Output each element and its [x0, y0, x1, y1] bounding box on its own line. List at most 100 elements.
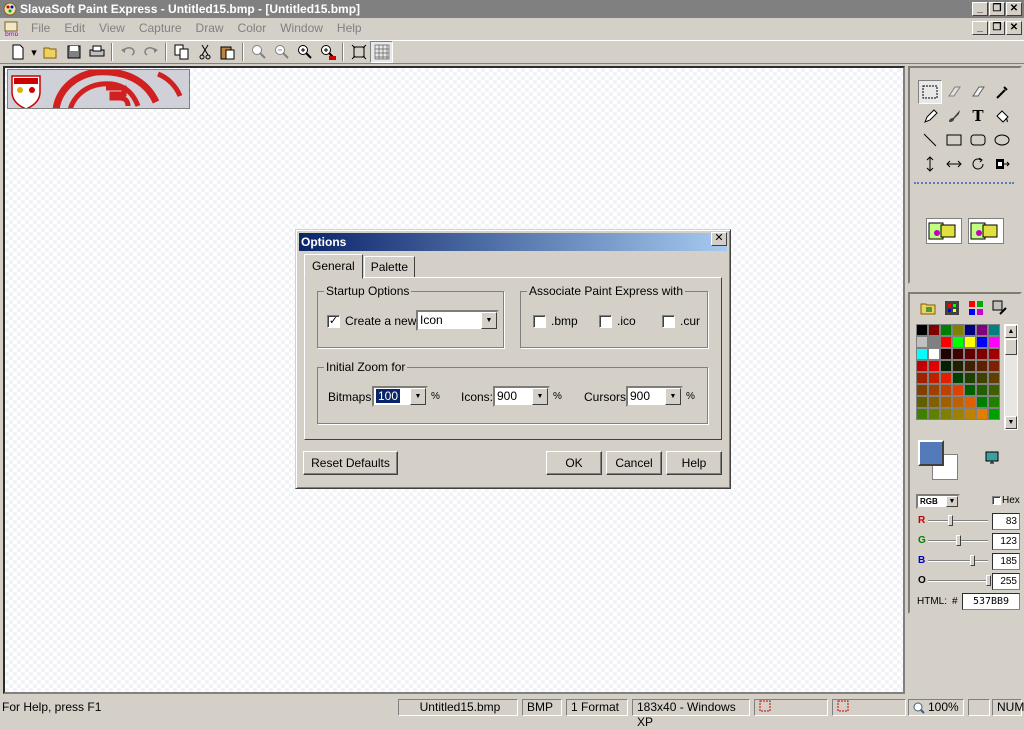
menu-view[interactable]: View — [92, 21, 132, 35]
reset-defaults-button[interactable]: Reset Defaults — [303, 451, 398, 475]
doc-restore-button[interactable]: ❐ — [989, 21, 1005, 35]
icon-preview-1[interactable] — [926, 218, 962, 244]
g-slider-thumb[interactable] — [956, 535, 961, 546]
palette-scrollbar[interactable]: ▲ ▼ — [1004, 324, 1018, 430]
select-rect-icon[interactable] — [918, 80, 942, 104]
icons-zoom-select[interactable]: 900 ▼ — [493, 386, 550, 407]
o-value[interactable]: 255 — [992, 573, 1020, 590]
tab-general[interactable]: General — [304, 254, 363, 279]
b-slider-thumb[interactable] — [970, 555, 975, 566]
dialog-close-button[interactable]: ✕ — [711, 232, 727, 246]
palette-save-icon[interactable] — [944, 300, 960, 316]
paste-icon[interactable] — [216, 41, 239, 63]
tab-palette[interactable]: Palette — [363, 256, 416, 278]
svg-text:bmp: bmp — [5, 31, 19, 36]
ellipse-icon[interactable] — [990, 128, 1014, 152]
create-new-checkbox[interactable]: ✓ — [327, 315, 340, 328]
associate-group: Associate Paint Express with .bmp .ico .… — [520, 284, 708, 348]
o-label: O — [918, 575, 926, 586]
print-icon[interactable] — [85, 41, 108, 63]
rectangle-icon[interactable] — [942, 128, 966, 152]
html-color-field[interactable]: 537BB9 — [962, 593, 1020, 610]
zoom-icon — [913, 702, 925, 714]
open-icon[interactable] — [39, 41, 62, 63]
create-new-select[interactable]: Icon ▼ — [416, 310, 499, 331]
rounded-rect-icon[interactable] — [966, 128, 990, 152]
grid-icon[interactable] — [370, 41, 393, 63]
scroll-thumb[interactable] — [1005, 339, 1017, 355]
scroll-up-icon[interactable]: ▲ — [1005, 325, 1017, 338]
b-slider[interactable] — [928, 560, 988, 562]
r-slider-thumb[interactable] — [948, 515, 953, 526]
doc-close-button[interactable]: ✕ — [1006, 21, 1022, 35]
zoom-out-small-icon[interactable] — [270, 41, 293, 63]
eraser-icon[interactable] — [942, 80, 966, 104]
new-icon[interactable] — [6, 41, 29, 63]
menu-color[interactable]: Color — [231, 21, 274, 35]
rotate-icon[interactable] — [966, 152, 990, 176]
flip-horizontal-icon[interactable] — [942, 152, 966, 176]
palette-edit-icon[interactable] — [992, 300, 1008, 316]
copy-icon[interactable] — [170, 41, 193, 63]
dialog-title: Options — [299, 233, 727, 251]
cut-icon[interactable] — [193, 41, 216, 63]
menu-capture[interactable]: Capture — [132, 21, 189, 35]
o-slider[interactable] — [928, 580, 988, 582]
r-slider[interactable] — [928, 520, 988, 522]
menu-draw[interactable]: Draw — [189, 21, 231, 35]
document-icon[interactable]: bmp — [3, 20, 19, 36]
menu-window[interactable]: Window — [273, 21, 330, 35]
image-thumbnail[interactable] — [7, 69, 190, 109]
restore-button[interactable]: ❐ — [989, 2, 1005, 16]
eyedropper-icon[interactable] — [990, 80, 1014, 104]
color-eraser-icon[interactable] — [966, 80, 990, 104]
new-dropdown-icon[interactable]: ▾ — [29, 41, 39, 63]
status-caps — [968, 699, 990, 716]
save-icon[interactable] — [62, 41, 85, 63]
cur-checkbox[interactable] — [662, 315, 675, 328]
zoom-actual-icon[interactable] — [316, 41, 339, 63]
doc-minimize-button[interactable]: _ — [972, 21, 988, 35]
zoom-in-icon[interactable] — [293, 41, 316, 63]
menu-help[interactable]: Help — [330, 21, 369, 35]
color-mode-select[interactable]: RGB ▼ — [916, 494, 960, 509]
line-icon[interactable] — [918, 128, 942, 152]
fit-icon[interactable] — [347, 41, 370, 63]
fill-icon[interactable] — [990, 104, 1014, 128]
b-value[interactable]: 185 — [992, 553, 1020, 570]
o-slider-thumb[interactable] — [986, 575, 991, 586]
undo-icon[interactable] — [116, 41, 139, 63]
hex-checkbox[interactable] — [992, 496, 1001, 505]
pencil-icon[interactable] — [918, 104, 942, 128]
redo-icon[interactable] — [139, 41, 162, 63]
screen-picker-icon[interactable] — [984, 450, 1000, 466]
text-icon[interactable]: T — [966, 104, 990, 128]
bitmaps-zoom-select[interactable]: 100 ▼ — [372, 386, 428, 407]
palette-grid-icon[interactable] — [968, 300, 984, 316]
status-size: 183x40 - Windows XP — [632, 699, 750, 729]
status-file: Untitled15.bmp — [398, 699, 518, 716]
zoom-out-icon[interactable] — [247, 41, 270, 63]
cursors-zoom-select[interactable]: 900 ▼ — [626, 386, 683, 407]
startup-options-label: Startup Options — [324, 284, 412, 298]
foreground-color-swatch[interactable] — [918, 440, 944, 466]
scroll-down-icon[interactable]: ▼ — [1005, 416, 1017, 429]
minimize-button[interactable]: _ — [972, 2, 988, 16]
close-button[interactable]: ✕ — [1006, 2, 1022, 16]
menu-file[interactable]: File — [24, 21, 57, 35]
ok-button[interactable]: OK — [546, 451, 602, 475]
color-palette[interactable] — [916, 324, 1004, 428]
menu-edit[interactable]: Edit — [57, 21, 92, 35]
flip-vertical-icon[interactable] — [918, 152, 942, 176]
g-value[interactable]: 123 — [992, 533, 1020, 550]
help-button[interactable]: Help — [666, 451, 722, 475]
bmp-checkbox[interactable] — [533, 315, 546, 328]
r-value[interactable]: 83 — [992, 513, 1020, 530]
palette-open-icon[interactable] — [920, 300, 936, 316]
resize-icon[interactable] — [990, 152, 1014, 176]
bitmaps-label: Bitmaps: — [328, 390, 375, 404]
brush-icon[interactable] — [942, 104, 966, 128]
icon-preview-2[interactable] — [968, 218, 1004, 244]
ico-checkbox[interactable] — [599, 315, 612, 328]
cancel-button[interactable]: Cancel — [606, 451, 662, 475]
